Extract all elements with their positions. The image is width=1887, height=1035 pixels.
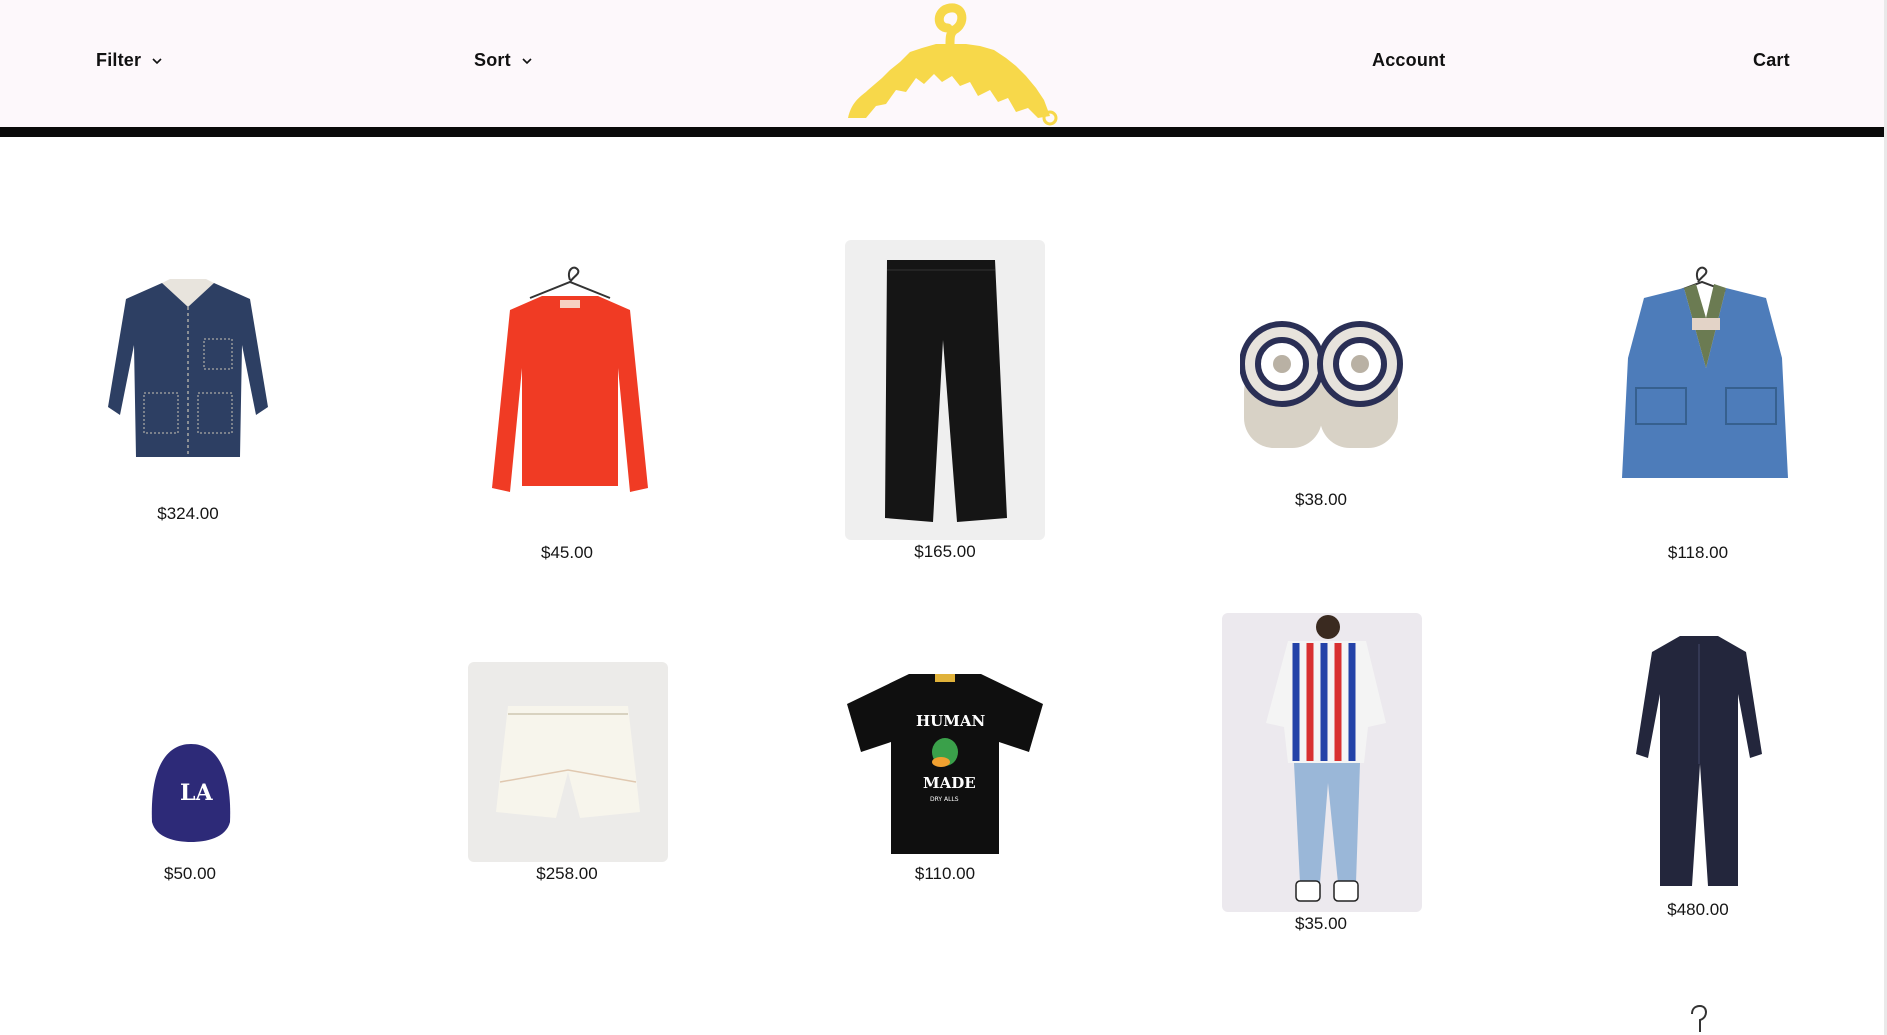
chevron-down-icon xyxy=(152,57,162,64)
cart-label: Cart xyxy=(1753,50,1790,70)
filter-dropdown[interactable]: Filter xyxy=(96,50,163,71)
filter-label: Filter xyxy=(96,50,142,70)
account-label: Account xyxy=(1372,50,1446,70)
product-price: $258.00 xyxy=(536,864,598,883)
product-price: $324.00 xyxy=(157,504,219,523)
human-made-tee-image: HUMAN MADE DRY ALLS xyxy=(847,674,1043,854)
black-trousers-image xyxy=(885,260,1007,522)
product-image-frame xyxy=(468,662,668,862)
product-price: $165.00 xyxy=(914,542,976,561)
header-divider xyxy=(0,127,1887,137)
site-header: Filter Sort Account Cart xyxy=(0,0,1887,127)
product-price: $38.00 xyxy=(1295,490,1347,509)
striped-shirt-image xyxy=(1266,615,1386,902)
product-price: $110.00 xyxy=(914,864,976,883)
la-cap-image: LA xyxy=(151,744,231,842)
skate-wheels-image xyxy=(1240,321,1403,448)
white-shorts-image xyxy=(496,706,640,818)
packrat-logo[interactable] xyxy=(838,0,1062,128)
product-image-frame xyxy=(845,240,1045,540)
svg-text:LA: LA xyxy=(180,780,213,806)
hanger-icon xyxy=(1691,1004,1707,1032)
account-link[interactable]: Account xyxy=(1372,50,1445,71)
sort-label: Sort xyxy=(474,50,511,70)
navy-coverall-image xyxy=(1636,636,1762,886)
red-sweater-image xyxy=(492,266,648,492)
product-image-frame xyxy=(1222,613,1422,912)
product-price: $35.00 xyxy=(1295,914,1347,933)
product-price: $118.00 xyxy=(1667,543,1729,562)
svg-text:DRY ALLS: DRY ALLS xyxy=(930,796,959,803)
denim-vest-image xyxy=(1622,266,1788,478)
cart-link[interactable]: Cart xyxy=(1753,50,1790,71)
chevron-down-icon xyxy=(522,57,532,64)
product-price: $50.00 xyxy=(164,864,216,883)
sort-dropdown[interactable]: Sort xyxy=(474,50,533,71)
product-price: $480.00 xyxy=(1667,900,1729,919)
svg-text:HUMAN: HUMAN xyxy=(916,712,985,730)
svg-text:MADE: MADE xyxy=(923,774,976,792)
denim-jacket-image xyxy=(108,279,268,457)
product-price: $45.00 xyxy=(541,543,593,562)
logo-hanger-icon xyxy=(848,3,1058,126)
